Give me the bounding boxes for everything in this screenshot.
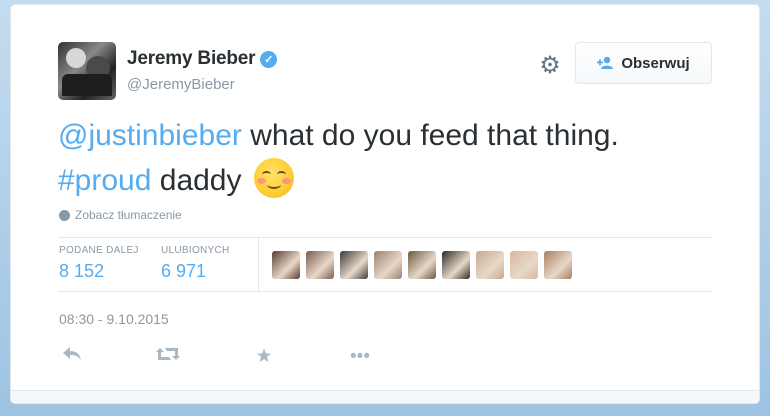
reply-icon[interactable] [59, 345, 85, 369]
avatar-shape [62, 74, 112, 96]
favoriters-avatars [272, 251, 578, 279]
retweets-stat[interactable]: PODANE DALEJ 8 152 [59, 245, 139, 282]
favoriter-avatar[interactable] [544, 251, 572, 279]
globe-icon [59, 209, 70, 221]
translate-label: Zobacz tłumaczenie [75, 208, 182, 222]
tweet-text: @justinbieber what do you feed that thin… [58, 113, 718, 203]
stats-divider [258, 238, 259, 291]
retweets-label: PODANE DALEJ [59, 245, 139, 256]
favoriter-avatar[interactable] [306, 251, 334, 279]
tweet-text-part: what do you feed that thing. [241, 119, 619, 152]
user-handle[interactable]: @JeremyBieber [127, 76, 235, 93]
favoriter-avatar[interactable] [340, 251, 368, 279]
translate-link[interactable]: Zobacz tłumaczenie [59, 208, 182, 222]
mention-link[interactable]: @justinbieber [58, 119, 242, 152]
avatar-shape [66, 48, 86, 68]
more-icon[interactable]: ••• [347, 345, 373, 369]
likes-stat[interactable]: ULUBIONYCH 6 971 [161, 245, 230, 282]
add-user-icon [597, 56, 614, 70]
timestamp[interactable]: 08:30 - 9.10.2015 [59, 311, 169, 327]
follow-button-label: Obserwuj [621, 54, 690, 72]
tweet-text-part: daddy [151, 164, 250, 197]
favoriter-avatar[interactable] [510, 251, 538, 279]
favoriter-avatar[interactable] [408, 251, 436, 279]
favoriter-avatar[interactable] [374, 251, 402, 279]
follow-button[interactable]: Obserwuj [575, 42, 712, 84]
stats-bar: PODANE DALEJ 8 152 ULUBIONYCH 6 971 [58, 237, 712, 292]
retweet-icon[interactable] [155, 345, 181, 369]
tweet-actions: ★ ••• [59, 345, 443, 369]
tweet-card: Jeremy Bieber ✓ @JeremyBieber ⚙ Obserwuj… [10, 4, 760, 404]
favoriter-avatar[interactable] [476, 251, 504, 279]
blush-emoji-icon [253, 158, 294, 198]
favorite-star-icon[interactable]: ★ [251, 345, 277, 369]
display-name[interactable]: Jeremy Bieber [127, 48, 256, 70]
hashtag-link[interactable]: #proud [58, 164, 151, 197]
card-footer [11, 390, 759, 403]
gear-icon[interactable]: ⚙ [539, 54, 561, 78]
verified-badge-icon: ✓ [260, 50, 278, 68]
avatar[interactable] [58, 42, 116, 100]
likes-count: 6 971 [161, 261, 207, 281]
favoriter-avatar[interactable] [272, 251, 300, 279]
favoriter-avatar[interactable] [442, 251, 470, 279]
retweets-count: 8 152 [59, 261, 105, 281]
likes-label: ULUBIONYCH [161, 245, 230, 256]
name-row: Jeremy Bieber ✓ [127, 48, 278, 70]
